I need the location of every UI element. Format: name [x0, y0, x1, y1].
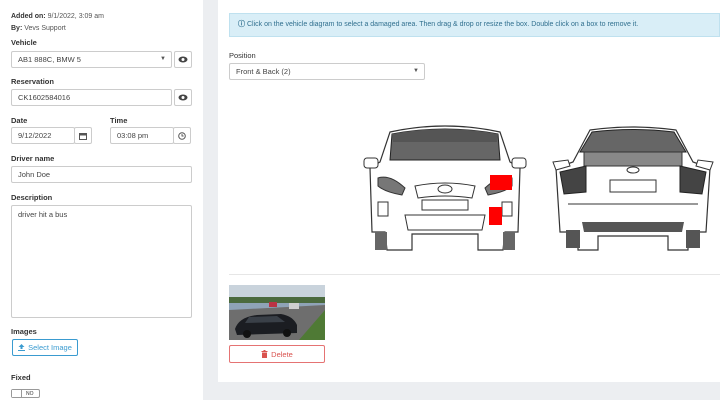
section-divider: [229, 274, 720, 275]
damage-photo-thumbnail[interactable]: [229, 285, 325, 340]
position-select[interactable]: Front & Back (2) ▼: [229, 63, 425, 80]
car-front-diagram[interactable]: [360, 120, 530, 252]
fixed-label: Fixed: [11, 373, 31, 382]
trash-icon: [261, 350, 268, 358]
description-textarea[interactable]: driver hit a bus: [11, 205, 192, 318]
calendar-icon: [79, 132, 87, 140]
select-image-button[interactable]: Select Image: [12, 339, 78, 356]
time-field[interactable]: 03:08 pm: [110, 127, 174, 144]
time-label: Time: [110, 116, 128, 125]
chevron-down-icon: ▼: [413, 68, 419, 74]
date-label: Date: [11, 116, 28, 125]
delete-photo-button[interactable]: Delete: [229, 345, 325, 363]
position-label: Position: [229, 51, 256, 60]
eye-icon: [178, 94, 188, 101]
damage-marker[interactable]: [489, 207, 502, 225]
car-back-diagram[interactable]: [548, 124, 718, 252]
damage-marker[interactable]: [490, 175, 512, 190]
left-panel: Added on: 9/1/2022, 3:09 am By: Vevs Sup…: [0, 0, 203, 400]
added-on-meta: Added on: 9/1/2022, 3:09 am: [11, 13, 104, 20]
fixed-toggle[interactable]: NO: [11, 389, 40, 398]
date-field[interactable]: 9/12/2022: [11, 127, 75, 144]
driver-name-field[interactable]: John Doe: [11, 166, 192, 183]
upload-icon: [18, 344, 26, 351]
chevron-down-icon: ▼: [160, 56, 166, 62]
view-vehicle-button[interactable]: [174, 51, 192, 68]
vehicle-select[interactable]: AB1 888C, BMW 5 ▼: [11, 51, 172, 68]
clock-icon: [178, 131, 186, 140]
added-by-meta: By: Vevs Support: [11, 25, 66, 32]
reservation-label: Reservation: [11, 77, 54, 86]
description-label: Description: [11, 193, 53, 202]
view-reservation-button[interactable]: [174, 89, 192, 106]
eye-icon: [178, 56, 188, 63]
time-picker-button[interactable]: [173, 127, 191, 144]
images-label: Images: [11, 327, 37, 336]
info-banner: ⓘ Click on the vehicle diagram to select…: [229, 13, 720, 37]
date-picker-button[interactable]: [74, 127, 92, 144]
vehicle-label: Vehicle: [11, 38, 37, 47]
driver-name-label: Driver name: [11, 154, 55, 163]
info-icon: ⓘ: [238, 21, 245, 28]
reservation-field[interactable]: CK1602584016: [11, 89, 172, 106]
